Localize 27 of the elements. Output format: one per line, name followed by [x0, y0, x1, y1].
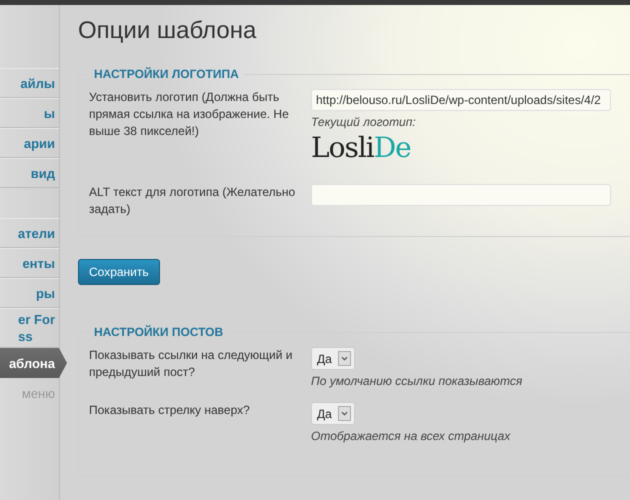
caret-icon	[338, 406, 351, 421]
dropdown[interactable]: Да	[311, 402, 355, 425]
submenu-item[interactable]: меню	[0, 378, 59, 408]
sidebar-item[interactable]: вид	[0, 158, 59, 188]
sidebar-item[interactable]: арии	[0, 128, 59, 158]
caret-icon	[338, 351, 351, 366]
field-note: Отображается на всех страницах	[311, 429, 512, 443]
sidebar-item[interactable]: ры	[0, 278, 59, 308]
section-heading: НАСТРОЙКИ ПОСТОВ	[93, 325, 224, 339]
logo-url-field[interactable]: http://belouso.ru/LosliDe/wp-content/uploads/sites/4/2	[311, 89, 611, 111]
field-label: Показывать ссылки на следующий и предыдуший пост?	[89, 347, 294, 381]
field-label: Показывать стрелку наверх?	[89, 402, 251, 419]
sidebar-item[interactable]: ы	[0, 98, 59, 128]
page-title: Опции шаблона	[78, 17, 258, 45]
sidebar-item[interactable]: аблона	[0, 348, 67, 378]
field-label: Установить логотип (Должна быть прямая ссылка на изображение. Не выше 38 пикселей!)	[89, 89, 290, 140]
sidebar-item[interactable]: атели	[0, 218, 59, 248]
dropdown[interactable]: Да	[311, 347, 355, 370]
section-heading: НАСТРОЙКИ ЛОГОТИПА	[93, 67, 240, 81]
logo: LosliDe	[311, 131, 412, 164]
sidebar-item[interactable]: енты	[0, 248, 59, 278]
sidebar-item[interactable]: айлы	[0, 68, 59, 98]
save-button[interactable]: Сохранить	[78, 259, 160, 285]
alt-text-field[interactable]	[311, 184, 611, 206]
field-label: ALT текст для логотипа (Желательно задать)	[89, 184, 296, 218]
field-note: Текущий логотип:	[311, 115, 417, 129]
field-note: По умолчанию ссылки показываются	[311, 374, 524, 388]
